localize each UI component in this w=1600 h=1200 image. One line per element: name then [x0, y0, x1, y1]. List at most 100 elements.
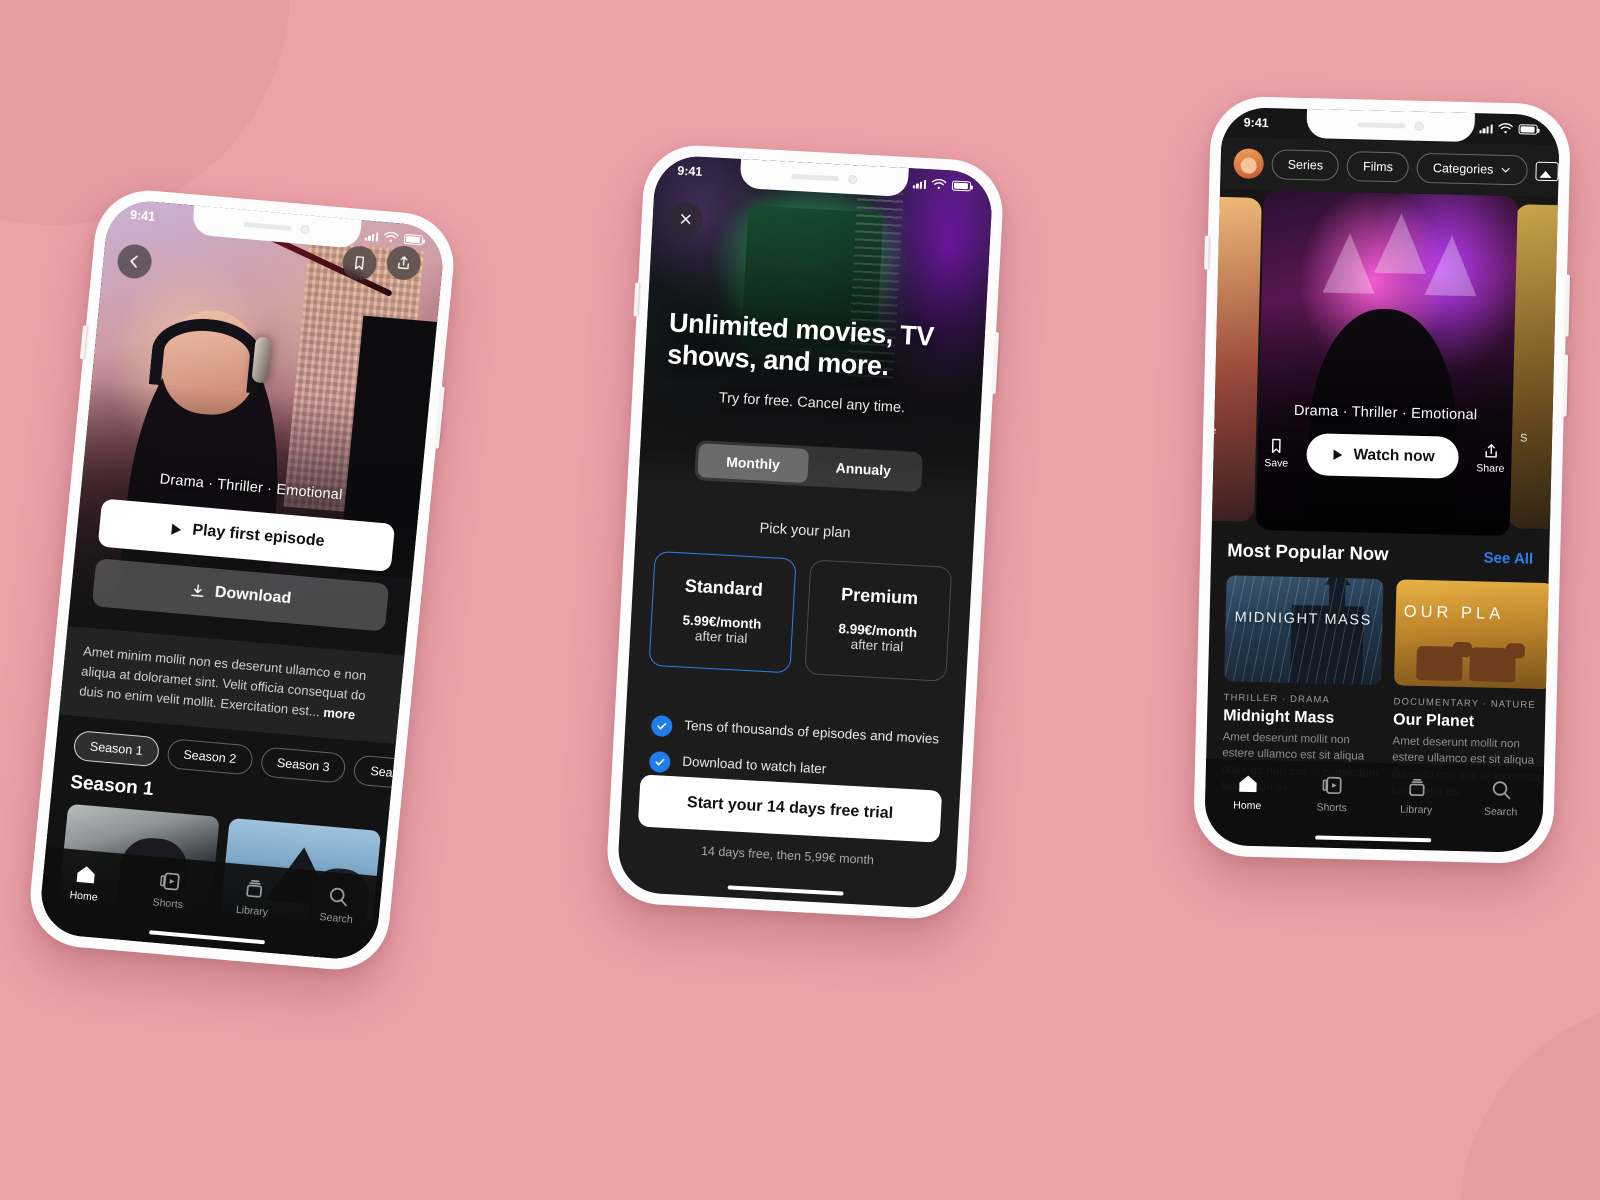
headphones-decor	[149, 314, 266, 394]
feature-text: Download to watch later	[682, 753, 827, 777]
plan-list: Standard 5.99€/month after trial Premium…	[648, 550, 953, 682]
season-pill-2[interactable]: Season 2	[166, 738, 254, 776]
phone-mute-switch[interactable]	[633, 282, 640, 317]
season-pill-1[interactable]: Season 1	[72, 730, 161, 768]
tab-home[interactable]: Home	[41, 859, 129, 906]
tab-shorts-label: Shorts	[152, 896, 184, 912]
download-label: Download	[214, 583, 292, 608]
phone-home: 9:41 Series Films Categories e S Drama ·…	[1192, 95, 1572, 865]
screen-home: 9:41 Series Films Categories e S Drama ·…	[1204, 106, 1560, 854]
battery-icon	[403, 234, 424, 246]
media-kicker: DOCUMENTARY · NATURE	[1393, 696, 1536, 711]
media-title: Our Planet	[1392, 711, 1475, 731]
tab-library-label: Library	[235, 903, 269, 919]
watch-now-button[interactable]: Watch now	[1305, 433, 1460, 479]
phone-mute-switch[interactable]	[79, 325, 88, 360]
carousel-peek-right-label: S	[1519, 432, 1528, 445]
front-camera	[847, 174, 858, 185]
start-free-trial-label: Start your 14 days free trial	[686, 794, 894, 823]
chevron-light-decor	[1424, 234, 1478, 297]
search-icon	[330, 887, 348, 907]
tab-shorts-label: Shorts	[1316, 801, 1348, 815]
see-all-link[interactable]: See All	[1483, 550, 1533, 568]
rain-decor	[1224, 575, 1384, 686]
screen-paywall: 9:41 Unlimited movies, TV shows, and mor…	[616, 154, 994, 910]
cast-icon[interactable]	[1535, 161, 1559, 181]
download-icon	[191, 584, 204, 598]
carousel-actions: Save Watch now Share	[1257, 432, 1512, 480]
phone-power-button[interactable]	[1564, 274, 1571, 337]
hero-carousel[interactable]: e S Drama · Thriller · Emotional Save Wa…	[1204, 189, 1560, 537]
tab-home[interactable]: Home	[1205, 771, 1290, 813]
filter-series[interactable]: Series	[1271, 149, 1340, 181]
earpiece-speaker	[1357, 122, 1406, 129]
plan-card-standard[interactable]: Standard 5.99€/month after trial	[648, 550, 797, 674]
battery-icon	[951, 180, 972, 192]
billing-option-annually[interactable]: Annualy	[807, 449, 920, 489]
status-time: 9:41	[129, 207, 156, 225]
share-button[interactable]: Share	[1476, 442, 1505, 475]
billing-option-monthly[interactable]: Monthly	[697, 443, 809, 484]
trial-note: 14 days free, then 5,99€ month	[700, 843, 875, 868]
status-time: 9:41	[676, 163, 703, 179]
tab-library[interactable]: Library	[1374, 775, 1459, 817]
tab-shorts[interactable]: Shorts	[1289, 773, 1374, 815]
front-camera	[1414, 121, 1424, 131]
media-kicker: THRILLER · DRAMA	[1223, 692, 1331, 706]
media-poster: MIDNIGHT MASS	[1224, 575, 1384, 686]
season-pill-3[interactable]: Season 3	[259, 746, 348, 784]
carousel-card-previous[interactable]: e	[1204, 195, 1262, 522]
home-indicator	[727, 884, 844, 896]
season-pill-4[interactable]: Season	[353, 754, 396, 792]
media-title: Midnight Mass	[1222, 707, 1335, 727]
share-icon	[1485, 444, 1497, 458]
notch	[1306, 109, 1475, 143]
filter-films[interactable]: Films	[1346, 151, 1410, 183]
library-icon	[1409, 778, 1425, 797]
carousel-peek-left-label: e	[1210, 424, 1217, 437]
phone-paywall: 9:41 Unlimited movies, TV shows, and mor…	[604, 142, 1006, 922]
tab-shorts[interactable]: Shorts	[125, 866, 213, 913]
filter-categories-label: Categories	[1432, 161, 1494, 177]
phone-mute-switch[interactable]	[1204, 235, 1209, 270]
feature-item: Tens of thousands of episodes and movies	[650, 714, 942, 752]
save-label: Save	[1264, 457, 1289, 470]
wifi-icon	[384, 231, 399, 243]
save-button[interactable]: Save	[1264, 437, 1289, 470]
chevron-light-decor	[1322, 232, 1376, 294]
home-icon	[76, 866, 95, 884]
plan-card-premium[interactable]: Premium 8.99€/month after trial	[804, 559, 953, 682]
background-blob-bottom-right	[1460, 1000, 1600, 1200]
check-icon	[650, 714, 673, 738]
cellular-icon	[912, 179, 927, 189]
section-title: Most Popular Now	[1226, 539, 1389, 565]
phone-power-button[interactable]	[991, 331, 1000, 395]
battery-icon	[1518, 124, 1538, 135]
tab-search-label: Search	[1483, 805, 1518, 819]
chevron-down-icon	[1501, 167, 1510, 173]
phone-volume-button[interactable]	[1562, 354, 1569, 417]
phone-power-button[interactable]	[434, 386, 445, 449]
play-icon	[1333, 449, 1343, 461]
tab-search[interactable]: Search	[293, 881, 381, 928]
bookmark-icon	[354, 256, 365, 270]
cellular-icon	[364, 231, 379, 242]
chevron-light-decor	[1373, 213, 1428, 275]
tab-search[interactable]: Search	[1458, 777, 1543, 819]
read-more-link[interactable]: more	[323, 704, 356, 722]
avatar[interactable]	[1233, 148, 1265, 180]
play-icon	[170, 523, 181, 535]
tab-home-label: Home	[1233, 799, 1262, 813]
tab-library[interactable]: Library	[209, 874, 297, 921]
home-icon	[1238, 775, 1257, 793]
carousel-card-active[interactable]: Drama · Thriller · Emotional Save Watch …	[1255, 190, 1518, 537]
share-label: Share	[1476, 462, 1505, 475]
chevron-left-icon	[130, 255, 138, 268]
shorts-icon	[1322, 776, 1342, 795]
tab-library-label: Library	[1399, 803, 1433, 817]
filter-categories[interactable]: Categories	[1416, 152, 1528, 186]
status-time: 9:41	[1243, 115, 1269, 131]
tab-search-label: Search	[319, 911, 354, 926]
share-icon	[397, 256, 409, 270]
shorts-icon	[160, 872, 180, 891]
